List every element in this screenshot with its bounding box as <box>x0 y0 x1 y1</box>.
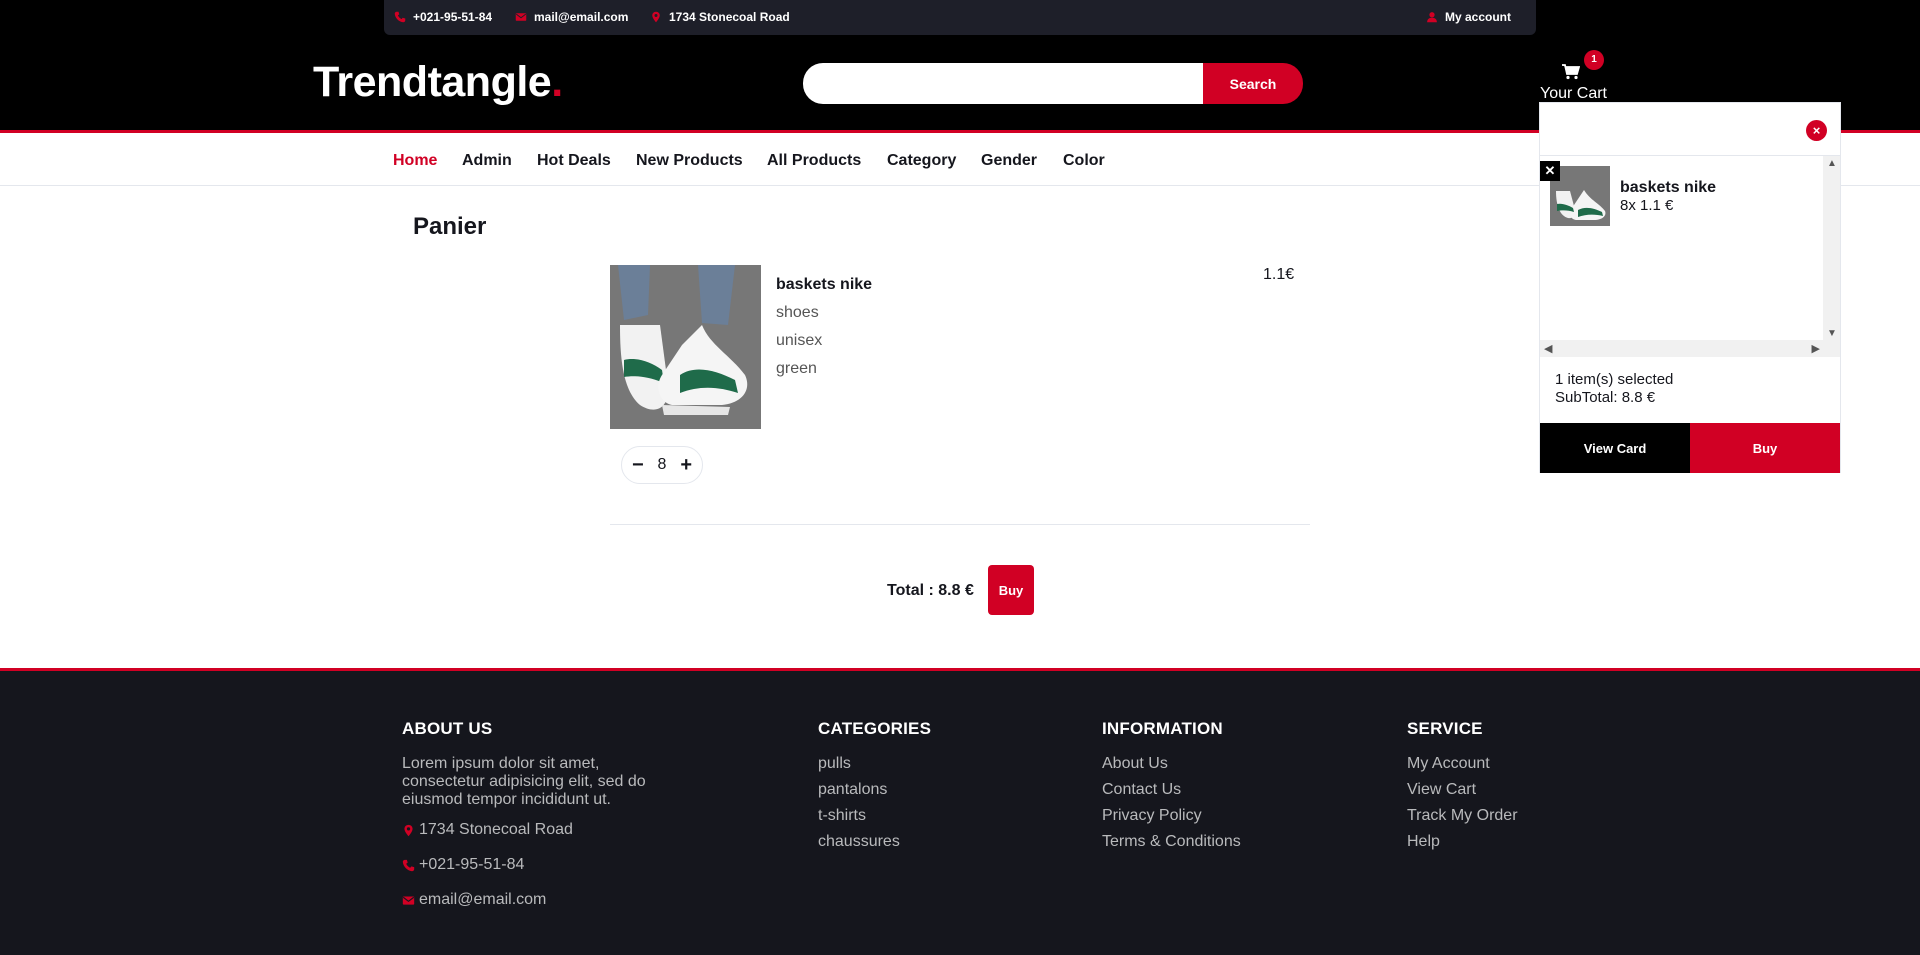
nav-home[interactable]: Home <box>393 152 437 170</box>
footer-address-text: 1734 Stonecoal Road <box>419 821 573 838</box>
cart-actions: View Card Buy <box>1540 423 1840 473</box>
footer-email-text: email@email.com <box>419 891 547 908</box>
top-address[interactable]: 1734 Stonecoal Road <box>650 10 790 24</box>
scroll-down-icon[interactable]: ▼ <box>1827 328 1837 339</box>
footer-service-link[interactable]: View Cart <box>1407 781 1518 799</box>
footer-about-title: ABOUT US <box>402 719 493 738</box>
footer-about: ABOUT US Lorem ipsum dolor sit amet, con… <box>402 719 662 926</box>
phone-icon <box>402 859 415 872</box>
cart-toggle[interactable]: 1 Your Cart <box>1540 50 1610 104</box>
scroll-up-icon[interactable]: ▲ <box>1827 158 1837 169</box>
footer-information-link[interactable]: Contact Us <box>1102 781 1241 799</box>
footer-email[interactable]: email@email.com <box>402 891 662 909</box>
view-card-button[interactable]: View Card <box>1540 423 1690 473</box>
footer: ABOUT US Lorem ipsum dolor sit amet, con… <box>0 668 1920 955</box>
cart-dropdown: × ✕ baskets nike 8x 1.1 € ▲ ▼ ◀ ▶ 1 item… <box>1539 102 1841 473</box>
decrease-quantity-button[interactable]: − <box>632 455 644 475</box>
page-title: Panier <box>413 213 487 240</box>
top-email[interactable]: mail@email.com <box>515 10 628 24</box>
footer-about-text: Lorem ipsum dolor sit amet, consectetur … <box>402 755 646 808</box>
close-cart-button[interactable]: × <box>1806 120 1827 141</box>
product-gender: unisex <box>776 332 823 349</box>
top-address-text: 1734 Stonecoal Road <box>669 10 790 24</box>
envelope-icon <box>402 894 415 906</box>
my-account-text: My account <box>1445 10 1512 24</box>
horizontal-scrollbar[interactable]: ◀ ▶ <box>1540 340 1840 357</box>
footer-category-link[interactable]: chaussures <box>818 833 931 851</box>
envelope-icon <box>515 11 527 23</box>
product-name[interactable]: baskets nike <box>776 276 872 294</box>
footer-service-link[interactable]: Track My Order <box>1407 807 1518 825</box>
cart-item-quantity: 8x 1.1 € <box>1620 197 1674 214</box>
footer-information-link[interactable]: Privacy Policy <box>1102 807 1241 825</box>
sneaker-illustration <box>610 265 761 429</box>
footer-categories-title: CATEGORIES <box>818 719 932 738</box>
footer-categories: CATEGORIES pulls pantalons t-shirts chau… <box>818 719 931 859</box>
nav-hot-deals[interactable]: Hot Deals <box>537 152 611 170</box>
cart-item-name[interactable]: baskets nike <box>1620 179 1716 197</box>
top-email-text: mail@email.com <box>534 10 629 24</box>
top-contact-strip: +021-95-51-84 mail@email.com 1734 Stonec… <box>384 0 1536 35</box>
nav-admin[interactable]: Admin <box>462 152 512 170</box>
dropdown-buy-button[interactable]: Buy <box>1690 423 1840 473</box>
scroll-left-icon[interactable]: ◀ <box>1544 342 1552 355</box>
my-account-link[interactable]: My account <box>1426 10 1511 24</box>
vertical-scrollbar[interactable]: ▲ ▼ <box>1823 156 1840 341</box>
footer-service-link[interactable]: Help <box>1407 833 1518 851</box>
site-logo[interactable]: Trendtangle. <box>313 58 563 107</box>
logo-dot: . <box>551 58 563 106</box>
footer-service: SERVICE My Account View Cart Track My Or… <box>1407 719 1518 859</box>
product-image <box>610 265 761 429</box>
remove-item-button[interactable]: ✕ <box>1540 161 1560 181</box>
nav-gender[interactable]: Gender <box>981 152 1037 170</box>
footer-information: INFORMATION About Us Contact Us Privacy … <box>1102 719 1241 859</box>
footer-information-link[interactable]: Terms & Conditions <box>1102 833 1241 851</box>
search-input[interactable] <box>803 63 1203 104</box>
cart-total: Total : 8.8 € <box>887 582 974 599</box>
logo-text: Trendtangle <box>313 58 552 106</box>
nav-color[interactable]: Color <box>1063 152 1105 170</box>
product-color: green <box>776 360 817 377</box>
scroll-right-icon[interactable]: ▶ <box>1812 342 1820 355</box>
product-price: 1.1€ <box>1263 266 1295 283</box>
map-marker-icon <box>402 824 414 837</box>
footer-phone[interactable]: +021-95-51-84 <box>402 856 662 874</box>
divider <box>610 524 1310 525</box>
footer-category-link[interactable]: pulls <box>818 755 931 773</box>
nav-category[interactable]: Category <box>887 152 956 170</box>
cart-label: Your Cart <box>1540 85 1607 102</box>
cart-subtotal: SubTotal: 8.8 € <box>1555 389 1656 406</box>
footer-service-link[interactable]: My Account <box>1407 755 1518 773</box>
footer-phone-text: +021-95-51-84 <box>419 856 525 873</box>
phone-icon <box>394 11 406 23</box>
footer-service-title: SERVICE <box>1407 719 1483 738</box>
nav-all-products[interactable]: All Products <box>767 152 861 170</box>
items-selected: 1 item(s) selected <box>1555 371 1674 388</box>
quantity-value[interactable]: 8 <box>658 456 667 474</box>
footer-information-title: INFORMATION <box>1102 719 1223 738</box>
cart-summary: 1 item(s) selected SubTotal: 8.8 € <box>1555 371 1673 407</box>
footer-category-link[interactable]: pantalons <box>818 781 931 799</box>
shopping-cart-icon <box>1562 64 1581 80</box>
map-marker-icon <box>650 11 662 23</box>
search-button[interactable]: Search <box>1203 63 1303 104</box>
increase-quantity-button[interactable]: + <box>680 455 692 475</box>
quantity-stepper: − 8 + <box>621 446 703 484</box>
footer-address[interactable]: 1734 Stonecoal Road <box>402 821 662 839</box>
top-phone-text: +021-95-51-84 <box>413 10 493 24</box>
footer-category-link[interactable]: t-shirts <box>818 807 931 825</box>
cart-item-list[interactable]: ✕ baskets nike 8x 1.1 € ▲ ▼ ◀ ▶ <box>1540 155 1840 357</box>
cart-count-badge: 1 <box>1584 50 1604 70</box>
nav-new-products[interactable]: New Products <box>636 152 743 170</box>
user-icon <box>1426 11 1438 23</box>
buy-button[interactable]: Buy <box>988 565 1034 615</box>
product-category: shoes <box>776 304 819 321</box>
footer-information-link[interactable]: About Us <box>1102 755 1241 773</box>
top-phone[interactable]: +021-95-51-84 <box>394 10 492 24</box>
